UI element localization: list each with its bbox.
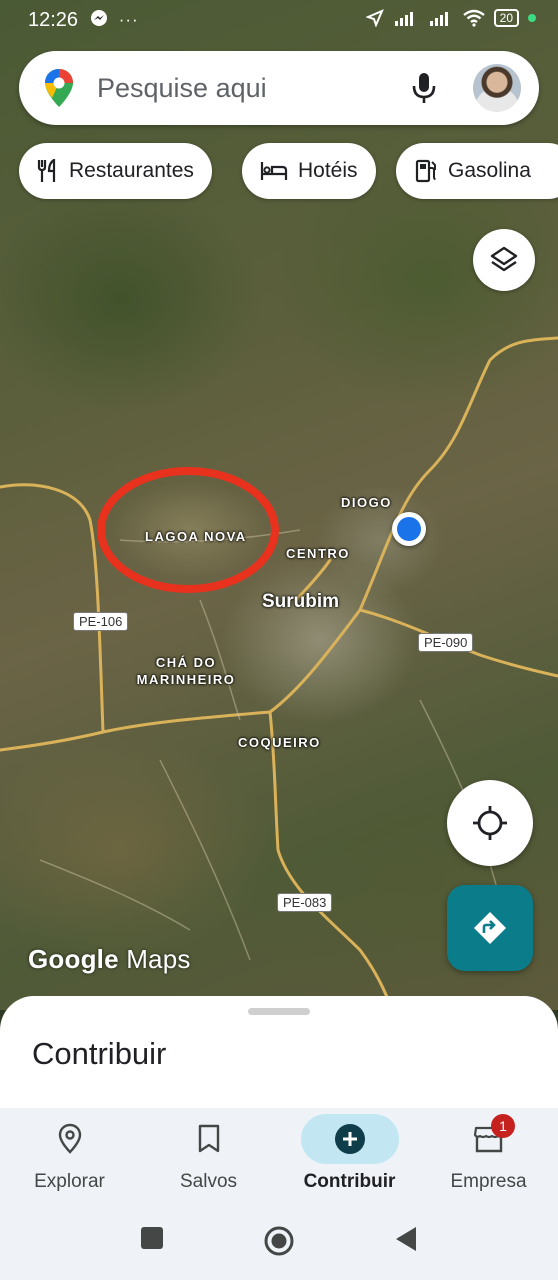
google-maps-pin-icon — [45, 69, 73, 107]
road-shield-pe083: PE-083 — [277, 893, 333, 912]
account-avatar[interactable] — [473, 64, 521, 112]
nav-label: Explorar — [34, 1171, 105, 1192]
nav-item-empresa[interactable]: 1 Empresa — [419, 1108, 558, 1206]
battery-indicator: 20 — [493, 9, 519, 27]
chip-label: Hotéis — [298, 159, 358, 182]
nav-label: Salvos — [179, 1171, 238, 1192]
microphone-icon[interactable] — [409, 71, 439, 105]
road-shield-pe106: PE-106 — [73, 612, 129, 631]
signal-icon-2 — [429, 12, 448, 26]
status-bar: 12:26 ··· 20 — [0, 0, 558, 40]
directions-icon — [474, 912, 506, 944]
chip-restaurantes[interactable]: Restaurantes — [19, 143, 212, 199]
nav-icon-container-active — [300, 1114, 399, 1164]
bookmark-icon — [198, 1124, 219, 1153]
status-time: 12:26 — [28, 9, 79, 31]
search-input[interactable]: Pesquise aqui — [97, 73, 267, 104]
bottom-navigation: Explorar Salvos Contribuir 1 Empresa — [0, 1108, 558, 1206]
google-maps-logo: Google Maps — [28, 944, 191, 975]
crosshair-icon — [473, 806, 507, 840]
add-circle-icon — [334, 1124, 365, 1154]
location-arrow-icon — [365, 9, 384, 27]
system-navigation-bar — [0, 1206, 558, 1280]
nav-item-contribuir[interactable]: Contribuir — [280, 1108, 419, 1206]
directions-button[interactable] — [447, 885, 533, 971]
privacy-indicator-dot — [528, 14, 536, 22]
my-location-button[interactable] — [447, 780, 533, 866]
nav-item-explorar[interactable]: Explorar — [0, 1108, 139, 1206]
notification-badge: 1 — [491, 1114, 515, 1138]
nav-icon-container — [21, 1114, 119, 1164]
place-label-coqueiro[interactable]: COQUEIRO — [238, 734, 321, 751]
messenger-notification-icon: ··· — [90, 9, 139, 30]
place-label-centro[interactable]: CENTRO — [286, 545, 350, 562]
chip-label: Gasolina — [448, 159, 531, 182]
place-label-line-1: CHÁ DO — [155, 655, 217, 670]
place-label-line-2: MARINHEIRO — [136, 672, 236, 687]
nav-item-salvos[interactable]: Salvos — [139, 1108, 278, 1206]
recents-square-icon[interactable] — [140, 1226, 164, 1250]
layers-button[interactable] — [473, 229, 535, 291]
nav-icon-container — [440, 1114, 538, 1164]
sheet-drag-handle[interactable] — [248, 1008, 310, 1015]
bed-icon — [260, 162, 288, 180]
fuel-pump-icon — [415, 159, 436, 183]
place-label-surubim[interactable]: Surubim — [262, 591, 339, 613]
sheet-title: Contribuir — [32, 1036, 167, 1071]
bottom-sheet[interactable]: Contribuir — [0, 996, 558, 1108]
home-circle-icon[interactable] — [263, 1225, 295, 1257]
road-shield-pe090: PE-090 — [418, 633, 474, 652]
google-logo-text: Google — [28, 944, 119, 974]
nav-label: Empresa — [450, 1171, 527, 1192]
layers-icon — [490, 246, 518, 272]
place-label-diogo[interactable]: DIOGO — [341, 494, 392, 511]
place-label-lagoa-nova[interactable]: LAGOA NOVA — [145, 528, 247, 545]
signal-icon — [394, 12, 413, 26]
chip-label: Restaurantes — [69, 159, 194, 182]
maps-logo-text: Maps — [126, 944, 191, 974]
fork-knife-icon — [37, 159, 56, 182]
location-pin-icon — [58, 1123, 81, 1154]
nav-icon-container — [160, 1114, 258, 1164]
search-bar[interactable]: Pesquise aqui — [19, 51, 539, 125]
nav-label: Contribuir — [303, 1171, 396, 1192]
place-label-cha-do-marinheiro[interactable]: CHÁ DO MARINHEIRO — [134, 654, 238, 688]
back-triangle-icon[interactable] — [394, 1226, 418, 1252]
wifi-icon — [462, 9, 485, 27]
chip-hoteis[interactable]: Hotéis — [242, 143, 376, 199]
current-location-dot[interactable] — [392, 512, 426, 546]
chip-gasolina[interactable]: Gasolina — [396, 143, 558, 199]
status-right-icons: 20 — [365, 9, 536, 27]
